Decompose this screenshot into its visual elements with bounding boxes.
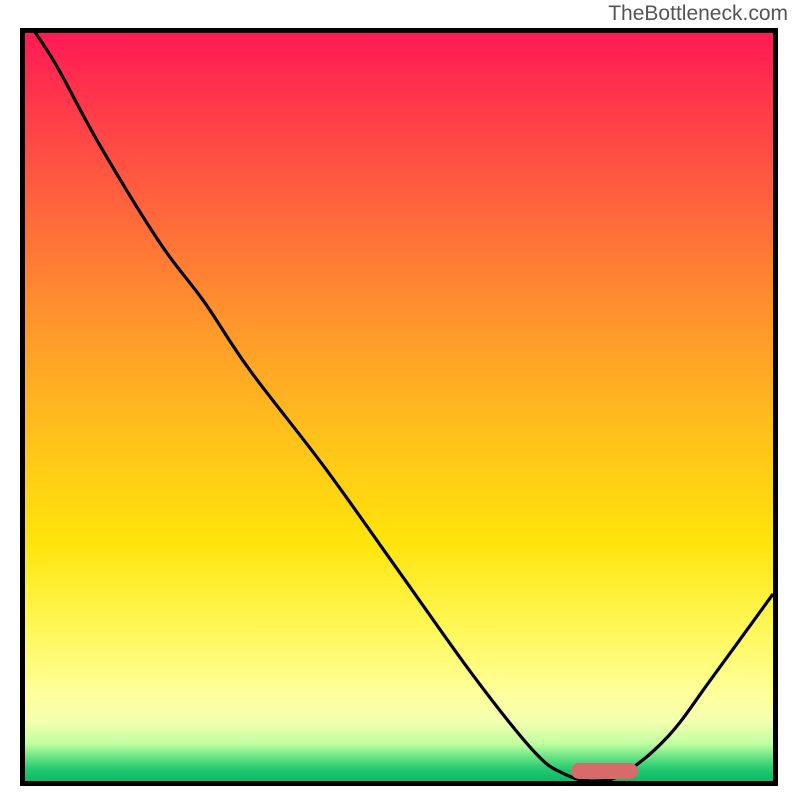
optimal-marker: [571, 763, 638, 779]
chart-frame: [20, 28, 778, 786]
bottleneck-curve: [25, 33, 773, 781]
chart-container: TheBottleneck.com: [0, 0, 800, 800]
curve-svg: [25, 33, 773, 781]
watermark-text: TheBottleneck.com: [608, 2, 788, 26]
